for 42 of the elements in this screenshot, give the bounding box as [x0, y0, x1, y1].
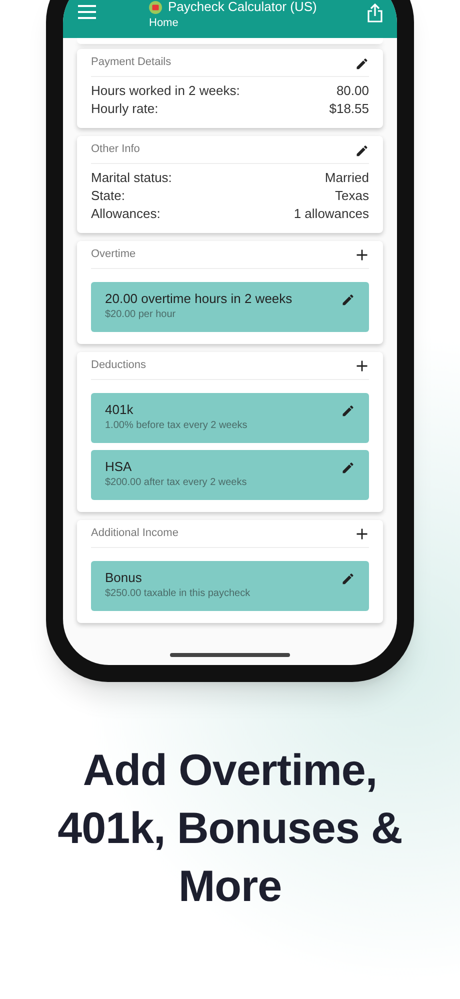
row-label: Allowances:	[91, 205, 160, 223]
card-title: Other Info	[91, 142, 140, 158]
card-title: Overtime	[91, 247, 136, 262]
wallet-icon	[149, 0, 162, 14]
entry-detail: $250.00 taxable in this paycheck	[105, 587, 250, 601]
entry-tile[interactable]: 401k 1.00% before tax every 2 weeks	[91, 393, 369, 443]
edit-icon[interactable]	[341, 460, 355, 474]
app-title: Paycheck Calculator (US)	[168, 0, 317, 15]
entry-detail: $200.00 after tax every 2 weeks	[105, 476, 247, 490]
add-icon[interactable]	[355, 526, 369, 540]
row-label: Hourly rate:	[91, 100, 158, 118]
edit-icon[interactable]	[341, 292, 355, 306]
entry-title: HSA	[105, 459, 133, 475]
entry-title: 20.00 overtime hours in 2 weeks	[105, 291, 292, 307]
edit-icon[interactable]	[355, 142, 369, 156]
add-icon[interactable]	[355, 358, 369, 372]
row-value: Married	[324, 169, 369, 187]
edit-icon[interactable]	[341, 571, 355, 585]
entry-detail: 1.00% before tax every 2 weeks	[105, 419, 248, 433]
entry-title: Bonus	[105, 570, 143, 586]
row-value: $18.55	[329, 100, 369, 118]
entry-tile[interactable]: HSA $200.00 after tax every 2 weeks	[91, 450, 369, 500]
row-value: 1 allowances	[294, 205, 369, 223]
app-subtitle: Home	[149, 16, 180, 30]
card-title: Additional Income	[91, 526, 178, 542]
row-label: State:	[91, 187, 125, 205]
entry-detail: $20.00 per hour	[105, 308, 177, 322]
edit-icon[interactable]	[355, 56, 369, 70]
card-title: Deductions	[91, 358, 146, 374]
entry-title: 401k	[105, 402, 134, 418]
row-label: Marital status:	[91, 169, 172, 187]
row-label: Hours worked in 2 weeks:	[91, 82, 240, 100]
menu-icon[interactable]	[77, 4, 97, 20]
edit-icon[interactable]	[341, 403, 355, 417]
row-value: Texas	[335, 187, 369, 205]
entry-tile[interactable]: 20.00 overtime hours in 2 weeks $20.00 per hour	[91, 282, 369, 332]
entry-tile[interactable]: Bonus $250.00 taxable in this paycheck	[91, 561, 369, 611]
row-value: 80.00	[336, 82, 369, 100]
headline: Add Overtime, 401k, Bonuses & More	[56, 745, 404, 913]
add-icon[interactable]	[355, 248, 369, 262]
card-title: Payment Details	[91, 55, 172, 70]
share-icon[interactable]	[367, 3, 383, 23]
